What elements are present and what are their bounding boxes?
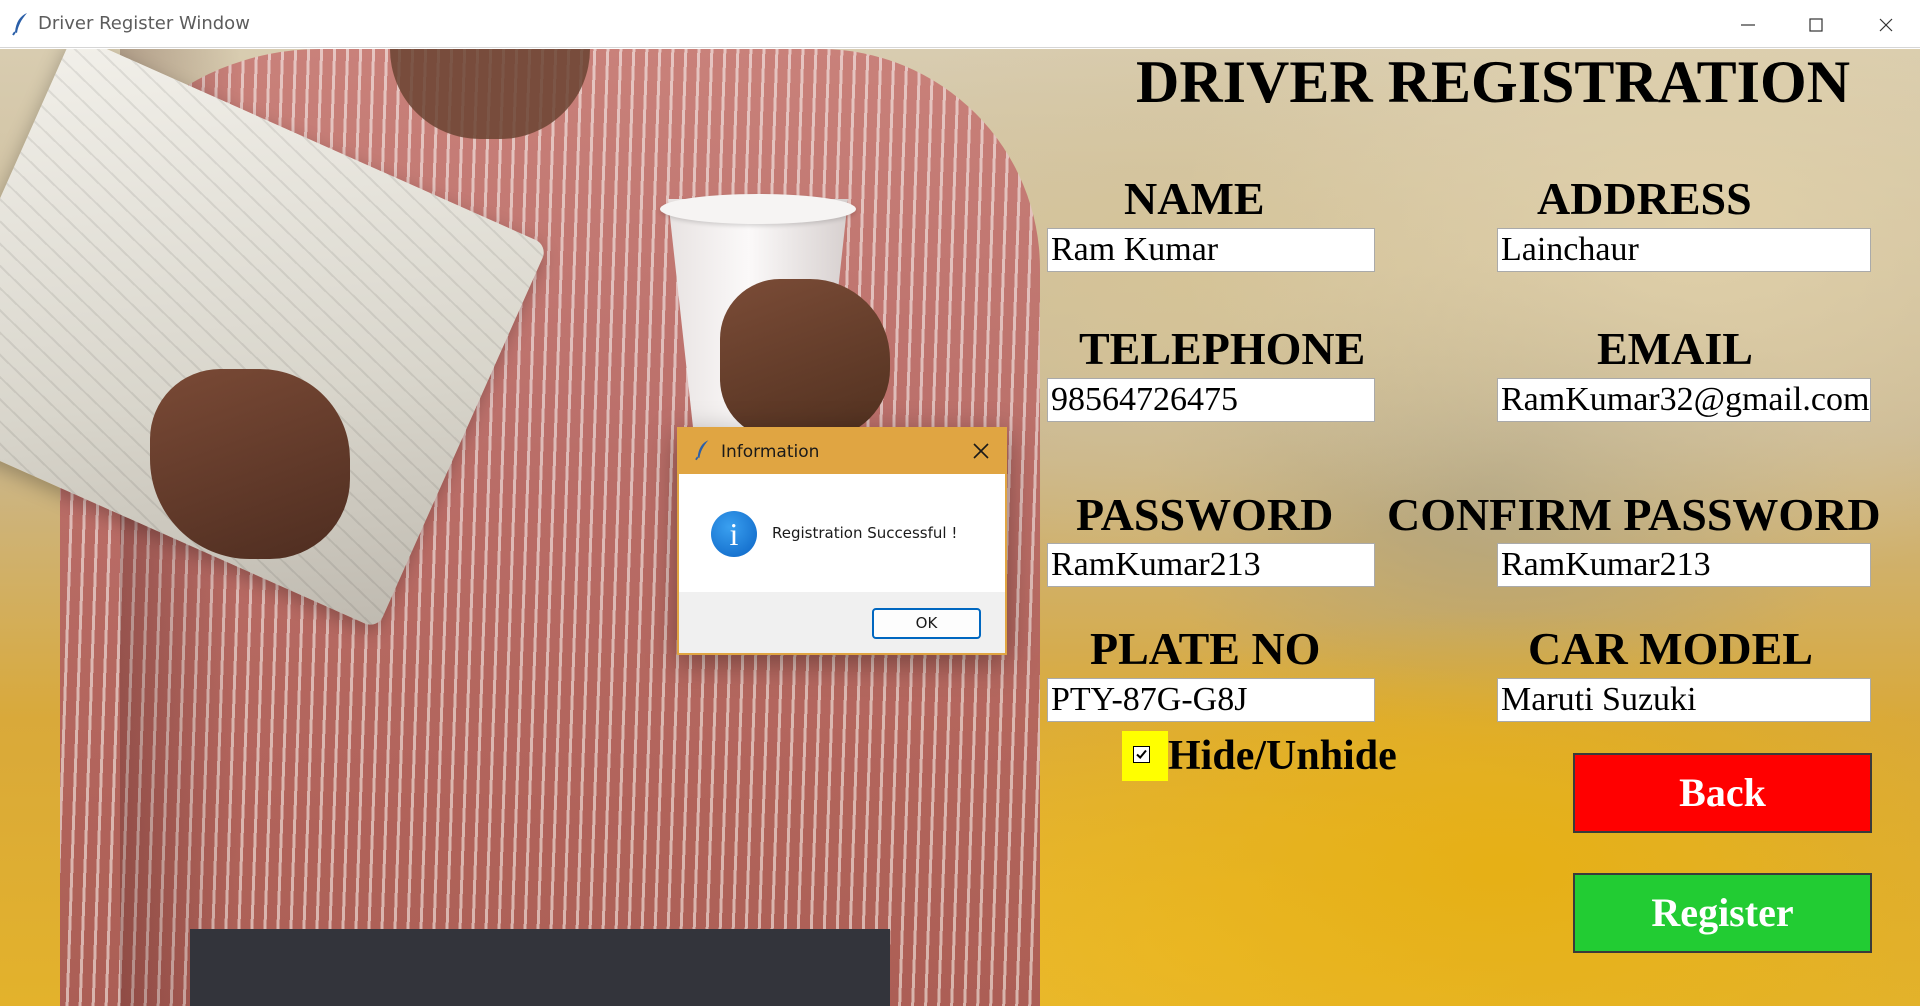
confirm-password-label: CONFIRM PASSWORD [1387,489,1881,540]
minimize-button[interactable] [1714,0,1782,48]
dialog-title: Information [721,442,820,462]
close-icon [1879,18,1893,32]
close-icon [973,443,989,459]
email-label: EMAIL [1597,323,1753,374]
dialog-close-button[interactable] [969,439,993,463]
hide-unhide-checkbox[interactable] [1133,746,1150,763]
maximize-button[interactable] [1782,0,1850,48]
close-button[interactable] [1852,0,1920,48]
window-title: Driver Register Window [38,13,250,34]
ok-button[interactable]: OK [872,608,981,639]
info-icon: i [711,511,757,557]
password-label: PASSWORD [1076,489,1334,540]
telephone-label: TELEPHONE [1079,323,1366,374]
password-field[interactable]: RamKumar213 [1047,543,1375,587]
confirm-password-field[interactable]: RamKumar213 [1497,543,1871,587]
name-label: NAME [1124,173,1265,224]
hide-unhide-label[interactable]: Hide/Unhide [1168,731,1397,781]
plate-no-field[interactable]: PTY-87G-G8J [1047,678,1375,722]
page-title: DRIVER REGISTRATION [1136,49,1851,115]
car-model-label: CAR MODEL [1528,623,1813,674]
feather-icon [695,439,711,465]
name-field[interactable]: Ram Kumar [1047,228,1375,272]
information-dialog: Information i Registration Successful ! … [677,427,1007,655]
window-titlebar: Driver Register Window [0,0,1920,48]
checkmark-icon [1136,749,1147,759]
minimize-icon [1741,24,1755,26]
email-field[interactable]: RamKumar32@gmail.com [1497,378,1871,422]
address-field[interactable]: Lainchaur [1497,228,1871,272]
car-model-field[interactable]: Maruti Suzuki [1497,678,1871,722]
back-button[interactable]: Back [1573,753,1872,833]
telephone-field[interactable]: 98564726475 [1047,378,1375,422]
hide-unhide-checkbox-area[interactable] [1122,731,1168,781]
maximize-icon [1809,18,1823,32]
dialog-body: i Registration Successful ! [679,474,1005,592]
dialog-footer: OK [679,592,1005,653]
feather-icon [12,12,30,36]
plate-no-label: PLATE NO [1090,623,1321,674]
dialog-message: Registration Successful ! [772,524,958,542]
dialog-titlebar: Information [679,429,1005,474]
register-button[interactable]: Register [1573,873,1872,953]
address-label: ADDRESS [1537,173,1752,224]
